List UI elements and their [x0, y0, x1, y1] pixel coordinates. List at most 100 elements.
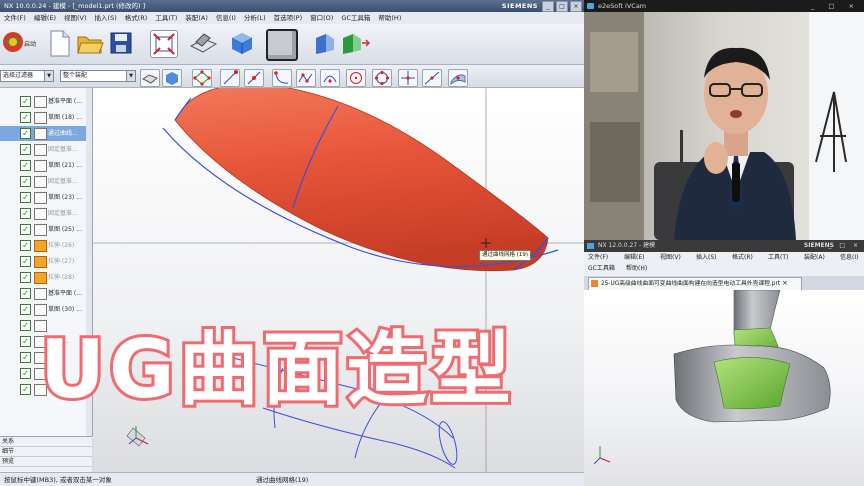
select-body-button[interactable] — [162, 69, 182, 87]
circle-quadrant-button[interactable] — [372, 69, 392, 87]
navigator-item[interactable]: ✓ 基准平面 (... — [0, 286, 92, 301]
menu-item[interactable]: 编辑(E) — [30, 12, 60, 24]
render-style-button[interactable] — [228, 29, 254, 55]
preview-panel-header[interactable]: 预览 — [0, 457, 92, 467]
select-features-button[interactable] — [140, 69, 160, 87]
visibility-checkbox[interactable]: ✓ — [20, 128, 31, 139]
visibility-checkbox[interactable]: ✓ — [20, 208, 31, 219]
visibility-checkbox[interactable]: ✓ — [20, 240, 31, 251]
start-button[interactable]: 启动 — [2, 30, 42, 56]
open-file-button[interactable] — [76, 29, 104, 55]
close-button[interactable]: × — [853, 242, 861, 249]
menu-item[interactable]: 装配(A) — [181, 12, 212, 24]
navigator-item[interactable]: ✓ 草图 (30) ... — [0, 302, 92, 317]
point-on-surface-button[interactable] — [448, 69, 468, 87]
minimize-button[interactable]: _ — [542, 1, 554, 12]
intersection-point-button[interactable] — [296, 69, 316, 87]
visibility-checkbox[interactable]: ✓ — [20, 304, 31, 315]
visibility-checkbox[interactable]: ✓ — [20, 368, 31, 379]
menu-item[interactable]: GC工具箱 — [337, 12, 374, 24]
menu-item[interactable]: 首选项(P) — [270, 12, 307, 24]
point-on-curve-button[interactable] — [398, 69, 418, 87]
navigator-item-label: 基准平面 (... — [48, 290, 82, 297]
maximize-button[interactable]: □ — [556, 1, 568, 12]
shaded-view-button[interactable] — [188, 30, 218, 56]
selection-filter-dropdown[interactable]: 选择过滤器 ▼ — [0, 70, 54, 82]
menu-item[interactable]: 装配(A) — [804, 253, 825, 263]
tab-model-file[interactable]: 25-UG高级曲线曲面可变曲线曲面构建在向造型电动工具外壳课程.prt — [588, 277, 802, 290]
green-insert[interactable] — [713, 357, 791, 409]
menu-item[interactable]: 格式(R) — [121, 12, 152, 24]
handle-part[interactable] — [733, 290, 781, 335]
tab-close-button[interactable]: × — [782, 277, 788, 289]
visibility-checkbox[interactable]: ✓ — [20, 384, 31, 395]
details-panel-header[interactable]: 细节 — [0, 447, 92, 457]
menu-item[interactable]: 工具(T) — [151, 12, 181, 24]
menu-item[interactable]: 信息(I) — [840, 253, 858, 263]
point-on-line-button[interactable] — [422, 69, 442, 87]
maximize-button[interactable]: □ — [828, 2, 840, 10]
minimize-button[interactable]: _ — [828, 242, 834, 249]
snap-point-button[interactable] — [192, 69, 212, 87]
navigator-item[interactable]: ✓ 拉伸 (28) — [0, 270, 92, 285]
new-file-button[interactable] — [46, 29, 72, 57]
visibility-checkbox[interactable]: ✓ — [20, 96, 31, 107]
visibility-checkbox[interactable]: ✓ — [20, 176, 31, 187]
menu-item[interactable]: 工具(T) — [768, 253, 788, 263]
navigator-item[interactable]: ✓ 通过曲线... — [0, 126, 92, 141]
visibility-checkbox[interactable]: ✓ — [20, 224, 31, 235]
close-button[interactable]: × — [849, 2, 860, 10]
fit-view-button[interactable] — [150, 30, 178, 58]
nx12-graphics-viewport[interactable] — [584, 290, 864, 486]
navigator-item[interactable]: ✓ 固定基准... — [0, 174, 92, 189]
edit-section-button[interactable] — [340, 30, 371, 56]
minimize-button[interactable]: _ — [811, 2, 820, 10]
menu-item[interactable]: 编辑(E) — [624, 253, 644, 263]
menu-item[interactable]: 视图(V) — [60, 12, 91, 24]
menu-item[interactable]: 插入(S) — [91, 12, 121, 24]
visibility-checkbox[interactable]: ✓ — [20, 320, 31, 331]
menu-item[interactable]: 分析(L) — [240, 12, 270, 24]
navigator-item[interactable]: ✓ 草图 (21) ... — [0, 158, 92, 173]
visibility-checkbox[interactable]: ✓ — [20, 144, 31, 155]
visibility-checkbox[interactable]: ✓ — [20, 160, 31, 171]
visibility-checkbox[interactable]: ✓ — [20, 272, 31, 283]
navigator-item[interactable]: ✓ 固定基准... — [0, 142, 92, 157]
menu-item[interactable]: 插入(S) — [696, 253, 717, 263]
navigator-item[interactable]: ✓ 草图 (23) ... — [0, 190, 92, 205]
section-view-button[interactable] — [312, 30, 338, 56]
end-point-button[interactable] — [220, 69, 240, 87]
mid-point-button[interactable] — [244, 69, 264, 87]
navigator-item[interactable]: ✓ 基准平面 (... — [0, 94, 92, 109]
menu-item[interactable]: 帮助(H) — [626, 264, 647, 274]
menu-item[interactable]: 格式(R) — [732, 253, 753, 263]
maximize-button[interactable]: □ — [839, 242, 848, 249]
background-color-button[interactable] — [266, 29, 298, 61]
wireframe-curve[interactable] — [262, 407, 456, 469]
menu-item[interactable]: 信息(I) — [212, 12, 240, 24]
visibility-checkbox[interactable]: ✓ — [20, 336, 31, 347]
navigator-item[interactable]: ✓ 固定基准... — [0, 206, 92, 221]
selection-scope-dropdown[interactable]: 整个装配 ▼ — [60, 70, 136, 82]
navigator-item[interactable]: ✓ 拉伸 (26) — [0, 238, 92, 253]
relations-panel-header[interactable]: 关系 — [0, 437, 92, 447]
visibility-checkbox[interactable]: ✓ — [20, 352, 31, 363]
menu-item[interactable]: 文件(F) — [0, 12, 30, 24]
navigator-item[interactable]: ✓ 草图 (18) ... — [0, 110, 92, 125]
navigator-item[interactable]: ✓ 拉伸 (27) — [0, 254, 92, 269]
visibility-checkbox[interactable]: ✓ — [20, 112, 31, 123]
navigator-item[interactable]: ✓ 草图 (25) ... — [0, 222, 92, 237]
visibility-checkbox[interactable]: ✓ — [20, 192, 31, 203]
menu-item[interactable]: 窗口(O) — [306, 12, 337, 24]
quadrant-point-button[interactable] — [346, 69, 366, 87]
menu-item[interactable]: GC工具箱 — [588, 264, 615, 274]
visibility-checkbox[interactable]: ✓ — [20, 256, 31, 267]
save-button[interactable] — [108, 30, 134, 56]
menu-item[interactable]: 帮助(H) — [374, 12, 405, 24]
arc-center-button[interactable] — [320, 69, 340, 87]
control-point-button[interactable] — [272, 69, 292, 87]
close-button[interactable]: × — [570, 1, 582, 12]
visibility-checkbox[interactable]: ✓ — [20, 288, 31, 299]
menu-item[interactable]: 视图(V) — [660, 253, 681, 263]
menu-item[interactable]: 文件(F) — [588, 253, 608, 263]
